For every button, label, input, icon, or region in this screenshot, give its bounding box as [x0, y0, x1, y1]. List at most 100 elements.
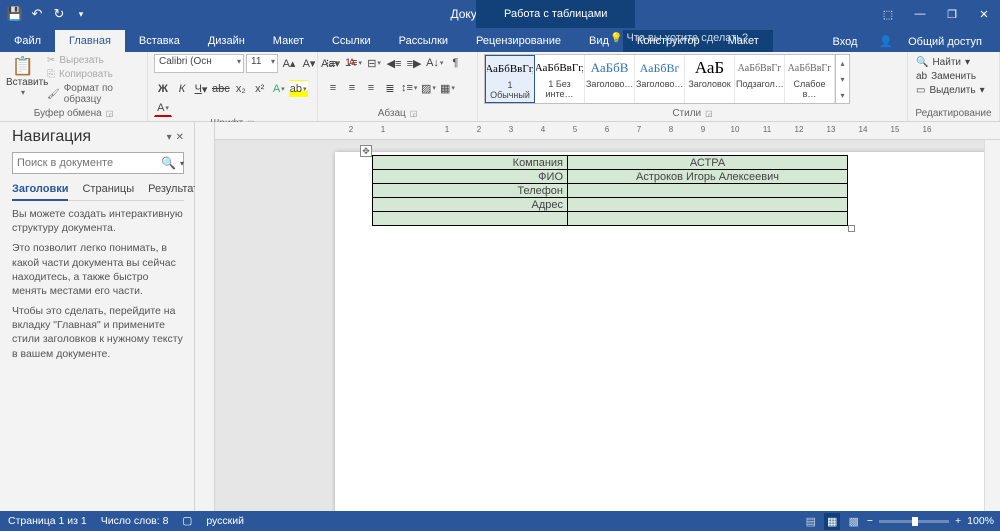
status-words[interactable]: Число слов: 8	[101, 515, 169, 527]
subscript-button[interactable]: x₂	[232, 80, 250, 98]
superscript-button[interactable]: x²	[251, 80, 269, 98]
gallery-more-icon[interactable]: ▾	[836, 87, 849, 103]
status-page[interactable]: Страница 1 из 1	[8, 515, 87, 527]
zoom-level[interactable]: 100%	[967, 515, 994, 527]
nav-search-input[interactable]	[17, 157, 159, 169]
replace-button[interactable]: abЗаменить	[914, 70, 993, 83]
view-read-icon[interactable]: ▤	[804, 515, 818, 528]
tab-mailings[interactable]: Рассылки	[385, 30, 462, 52]
cut-button[interactable]: ✂Вырезать	[44, 54, 141, 67]
select-button[interactable]: ▭Выделить ▾	[914, 84, 993, 97]
share-button[interactable]: 👤Общий доступ	[867, 31, 994, 52]
close-button[interactable]: ✕	[968, 0, 1000, 28]
align-center-button[interactable]: ≡	[343, 79, 361, 97]
vertical-ruler[interactable]	[195, 122, 215, 511]
tab-design[interactable]: Дизайн	[194, 30, 259, 52]
multilevel-button[interactable]: ⊟	[365, 54, 383, 72]
status-language[interactable]: русский	[206, 515, 244, 527]
align-right-button[interactable]: ≡	[362, 79, 380, 97]
table-row[interactable]: ФИОАстроков Игорь Алексеевич	[373, 170, 848, 184]
align-left-button[interactable]: ≡	[324, 79, 342, 97]
gallery-up-icon[interactable]: ▴	[836, 55, 849, 71]
decrease-indent-button[interactable]: ◀≡	[385, 54, 403, 72]
view-print-icon[interactable]: ▦	[824, 513, 840, 530]
font-color-button[interactable]: A	[154, 99, 172, 117]
bold-button[interactable]: Ж	[154, 80, 172, 98]
nav-search-box[interactable]: 🔍▾	[12, 152, 184, 174]
table-cell-value[interactable]	[568, 198, 848, 212]
minimize-button[interactable]: —	[904, 0, 936, 28]
redo-icon[interactable]: ↻	[50, 5, 68, 23]
table-row[interactable]: Адрес	[373, 198, 848, 212]
style-item[interactable]: АаБбВвГгПодзагол…	[735, 55, 785, 103]
highlight-button[interactable]: ab	[289, 80, 308, 98]
line-spacing-button[interactable]: ↕≡	[400, 79, 418, 97]
numbering-button[interactable]: 1≡	[344, 54, 363, 72]
table-cell[interactable]	[373, 212, 568, 226]
sort-button[interactable]: A↓	[425, 54, 444, 72]
borders-button[interactable]: ▦	[438, 79, 456, 97]
style-item[interactable]: АаБбВЗаголово…	[585, 55, 635, 103]
table-cell[interactable]	[568, 212, 848, 226]
styles-gallery[interactable]: АаБбВвГг,1 ОбычныйАаБбВвГг,1 Без инте…Аа…	[484, 54, 850, 104]
tab-references[interactable]: Ссылки	[318, 30, 385, 52]
gallery-down-icon[interactable]: ▾	[836, 71, 849, 87]
format-painter-button[interactable]: 🖌Формат по образцу	[44, 82, 141, 106]
table-cell-label[interactable]: Телефон	[373, 184, 568, 198]
bullets-button[interactable]: ⁝≡	[324, 54, 342, 72]
maximize-button[interactable]: ❐	[936, 0, 968, 28]
table-resize-handle[interactable]	[848, 225, 855, 232]
zoom-slider[interactable]	[879, 520, 949, 523]
underline-button[interactable]: Ч▾	[192, 80, 210, 98]
tab-layout[interactable]: Макет	[259, 30, 318, 52]
italic-button[interactable]: К	[173, 80, 191, 98]
strikethrough-button[interactable]: abc	[211, 80, 231, 98]
table-cell-label[interactable]: Адрес	[373, 198, 568, 212]
table-row[interactable]: Телефон	[373, 184, 848, 198]
style-item[interactable]: АаБбВвГг,1 Обычный	[485, 55, 535, 103]
find-button[interactable]: 🔍Найти ▾	[914, 56, 993, 69]
shrink-font-button[interactable]: A▾	[300, 54, 318, 72]
font-size-combo[interactable]: 11	[246, 54, 278, 73]
table-row[interactable]: КомпанияАСТРА	[373, 156, 848, 170]
horizontal-ruler[interactable]: 2112345678910111213141516	[215, 122, 1000, 140]
tell-me-search[interactable]: Что вы хотите сделать?	[610, 32, 748, 44]
search-dropdown-icon[interactable]: ▾	[178, 159, 186, 168]
style-item[interactable]: АаБбВвГгСлабое в…	[785, 55, 835, 103]
nav-tab-pages[interactable]: Страницы	[82, 180, 134, 200]
vertical-scrollbar[interactable]	[984, 140, 1000, 511]
tab-home[interactable]: Главная	[55, 30, 125, 52]
style-item[interactable]: АаБбВгЗаголово…	[635, 55, 685, 103]
styles-dialog-icon[interactable]: ◲	[705, 109, 713, 118]
save-icon[interactable]: 💾	[6, 5, 24, 23]
table-row[interactable]	[373, 212, 848, 226]
document-table[interactable]: КомпанияАСТРАФИОАстроков Игорь Алексееви…	[372, 155, 848, 226]
nav-menu-icon[interactable]: ▾	[167, 132, 172, 143]
table-cell-label[interactable]: Компания	[373, 156, 568, 170]
increase-indent-button[interactable]: ≡▶	[405, 54, 423, 72]
justify-button[interactable]: ≣	[381, 79, 399, 97]
text-effects-button[interactable]: A	[270, 80, 288, 98]
status-proofing-icon[interactable]: ▢	[182, 515, 192, 527]
paste-button[interactable]: 📋 Вставить ▾	[6, 54, 40, 97]
grow-font-button[interactable]: A▴	[280, 54, 298, 72]
table-move-handle[interactable]: ✥	[360, 145, 372, 157]
shading-button[interactable]: ▨	[419, 79, 437, 97]
table-cell-label[interactable]: ФИО	[373, 170, 568, 184]
style-item[interactable]: АаБЗаголовок	[685, 55, 735, 103]
table-cell-value[interactable]: АСТРА	[568, 156, 848, 170]
tab-insert[interactable]: Вставка	[125, 30, 194, 52]
page[interactable]: ✥ КомпанияАСТРАФИОАстроков Игорь Алексее…	[335, 152, 990, 511]
tab-file[interactable]: Файл	[0, 30, 55, 52]
copy-button[interactable]: ⎘Копировать	[44, 68, 141, 81]
zoom-in-button[interactable]: +	[955, 515, 961, 527]
undo-icon[interactable]: ↶	[28, 5, 46, 23]
table-cell-value[interactable]	[568, 184, 848, 198]
qat-more-icon[interactable]: ▾	[72, 5, 90, 23]
sign-in-button[interactable]: Вход	[827, 32, 864, 52]
clipboard-dialog-icon[interactable]: ◲	[106, 109, 114, 118]
font-name-combo[interactable]: Calibri (Осн	[154, 54, 244, 73]
table-cell-value[interactable]: Астроков Игорь Алексеевич	[568, 170, 848, 184]
view-web-icon[interactable]: ▩	[846, 515, 860, 528]
nav-close-icon[interactable]: ✕	[176, 132, 184, 143]
